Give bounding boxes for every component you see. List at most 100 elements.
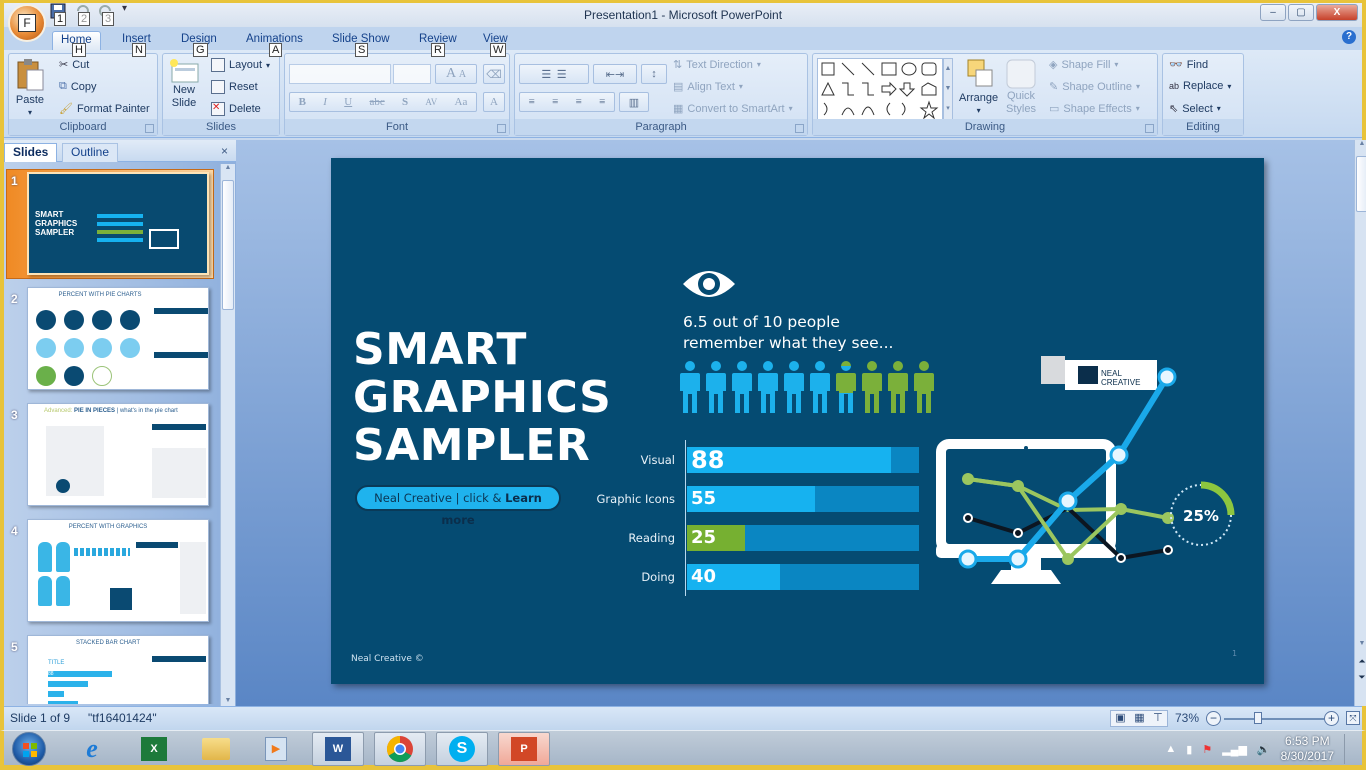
- align-text-button[interactable]: ▤ Align Text ▾: [673, 80, 743, 94]
- maximize-button[interactable]: ▢: [1288, 4, 1314, 21]
- text-shadow-button[interactable]: S: [402, 96, 408, 108]
- shape-fill-button[interactable]: ◈ Shape Fill ▾: [1049, 58, 1118, 72]
- reset-button[interactable]: Reset: [211, 80, 258, 94]
- underline-button[interactable]: U: [344, 96, 352, 108]
- cut-button[interactable]: ✂ Cut: [59, 58, 89, 72]
- scroll-up-arrow[interactable]: ▲: [221, 164, 235, 171]
- shapes-gallery[interactable]: [817, 58, 943, 120]
- arrange-button[interactable]: Arrange ▾: [959, 58, 998, 115]
- show-desktop-button[interactable]: [1344, 734, 1354, 764]
- delete-slide-button[interactable]: ✕ Delete: [211, 102, 261, 116]
- shape-outline-button[interactable]: ✎ Shape Outline ▾: [1049, 80, 1140, 94]
- scroll-up-arrow[interactable]: ▲: [1355, 140, 1366, 147]
- redo-button[interactable]: 3: [98, 3, 118, 26]
- scrollbar-thumb[interactable]: [222, 180, 234, 310]
- clear-formatting-button[interactable]: ⌫: [483, 64, 505, 84]
- show-hidden-icons-button[interactable]: ▲: [1165, 743, 1176, 755]
- slide-scrollbar[interactable]: ▲ ▼ ⏶ ⏷: [1354, 140, 1366, 706]
- previous-slide-button[interactable]: ⏶: [1355, 656, 1366, 667]
- close-button[interactable]: X: [1316, 4, 1358, 21]
- scroll-down-arrow[interactable]: ▼: [221, 697, 235, 704]
- text-direction-button[interactable]: ⇅ Text Direction ▾: [673, 58, 761, 72]
- taskbar-powerpoint[interactable]: P: [498, 732, 550, 766]
- indent-buttons[interactable]: ⇤⇥: [593, 64, 637, 84]
- taskbar-chrome[interactable]: [374, 732, 426, 766]
- clipboard-dialog-launcher[interactable]: [145, 124, 154, 133]
- font-dialog-launcher[interactable]: [497, 124, 506, 133]
- slide-thumbnail-1[interactable]: SMART GRAPHICS SAMPLER: [27, 172, 209, 275]
- slide-show-icon[interactable]: ⊤: [1153, 711, 1163, 726]
- new-slide-button[interactable]: New Slide: [169, 58, 199, 110]
- minimize-button[interactable]: –: [1260, 4, 1286, 21]
- zoom-out-button[interactable]: −: [1206, 711, 1221, 726]
- chrome-icon: [386, 735, 413, 763]
- reset-icon: [211, 80, 225, 94]
- learn-more-button[interactable]: Neal Creative | click & Learn more: [355, 485, 561, 527]
- slide-thumbnail-3[interactable]: Advanced: PIE IN PIECES | what's in the …: [27, 403, 209, 506]
- list-buttons[interactable]: ☰ ☰: [519, 64, 589, 84]
- clock[interactable]: 6:53 PM 8/30/2017: [1281, 734, 1334, 764]
- paste-button[interactable]: Paste ▾: [15, 58, 45, 117]
- taskbar-media-player[interactable]: ▶: [250, 732, 302, 766]
- shapes-gallery-scroll[interactable]: ▲ ▼ ▾: [943, 58, 953, 120]
- slide-thumbnail-4[interactable]: PERCENT WITH GRAPHICS: [27, 519, 209, 622]
- undo-button[interactable]: 2: [74, 3, 94, 26]
- help-icon[interactable]: ?: [1342, 30, 1356, 44]
- network-icon[interactable]: ▂▄▆: [1222, 743, 1247, 756]
- replace-button[interactable]: ab Replace ▾: [1169, 80, 1231, 92]
- tab-slides[interactable]: Slides: [4, 143, 58, 162]
- bold-button[interactable]: B: [299, 96, 306, 108]
- strikethrough-button[interactable]: abc: [369, 96, 384, 108]
- battery-icon[interactable]: ▮: [1186, 743, 1192, 756]
- font-color-button[interactable]: A: [483, 92, 505, 112]
- shape-effects-button[interactable]: ▭ Shape Effects ▾: [1049, 102, 1140, 116]
- slide-thumbnail-2[interactable]: PERCENT WITH PIE CHARTS: [27, 287, 209, 390]
- taskbar-excel[interactable]: X: [128, 732, 180, 766]
- start-button[interactable]: [12, 732, 46, 766]
- thumbnails-scrollbar[interactable]: ▲ ▼: [220, 164, 235, 706]
- columns-button[interactable]: ▥: [619, 92, 649, 112]
- zoom-level[interactable]: 73%: [1175, 711, 1199, 725]
- word-icon: W: [325, 737, 351, 761]
- zoom-in-button[interactable]: +: [1324, 711, 1339, 726]
- select-button[interactable]: ⇖ Select ▾: [1169, 102, 1221, 116]
- convert-smartart-button[interactable]: ▦ Convert to SmartArt ▾: [673, 102, 793, 116]
- action-center-icon[interactable]: ⚑: [1202, 743, 1212, 756]
- slide-thumbnail-5[interactable]: STACKED BAR CHART TITLE 88: [27, 635, 209, 704]
- normal-view-icon[interactable]: ▣: [1115, 711, 1125, 726]
- next-slide-button[interactable]: ⏷: [1355, 672, 1366, 683]
- drawing-dialog-launcher[interactable]: [1145, 124, 1154, 133]
- close-pane-icon[interactable]: ×: [221, 144, 228, 158]
- grow-shrink-font-buttons[interactable]: A A: [435, 64, 477, 84]
- keytip-insert: N: [132, 43, 146, 57]
- italic-button[interactable]: I: [323, 96, 327, 108]
- copy-button[interactable]: ⧉ Copy: [59, 80, 97, 93]
- slide-scrollbar-thumb[interactable]: [1356, 156, 1366, 212]
- line-spacing-button[interactable]: ↕: [641, 64, 667, 84]
- zoom-slider[interactable]: [1224, 718, 1324, 720]
- taskbar-internet-explorer[interactable]: e: [66, 732, 118, 766]
- fit-to-window-icon[interactable]: ⤧: [1346, 711, 1360, 725]
- layout-button[interactable]: Layout ▾: [211, 58, 270, 72]
- format-painter-button[interactable]: 🖌 Format Painter: [59, 102, 150, 116]
- font-size-input[interactable]: [393, 64, 431, 84]
- find-button[interactable]: 👓 Find: [1169, 58, 1208, 72]
- tab-outline[interactable]: Outline: [62, 143, 119, 162]
- save-button[interactable]: 1: [50, 3, 70, 26]
- font-name-input[interactable]: [289, 64, 391, 84]
- scroll-down-arrow[interactable]: ▼: [1355, 640, 1366, 647]
- slide-1[interactable]: SMART GRAPHICS SAMPLER Neal Creative | c…: [331, 158, 1264, 684]
- slide-sorter-icon[interactable]: ▦: [1134, 711, 1144, 726]
- change-case-button[interactable]: Aa: [455, 96, 468, 108]
- paragraph-dialog-launcher[interactable]: [795, 124, 804, 133]
- volume-icon[interactable]: 🔊: [1257, 743, 1271, 756]
- alignment-buttons[interactable]: ≡ ≡ ≡ ≡: [519, 92, 615, 112]
- taskbar-skype[interactable]: S: [436, 732, 488, 766]
- character-spacing-button[interactable]: AV: [425, 97, 437, 107]
- taskbar-file-explorer[interactable]: [190, 732, 242, 766]
- taskbar-word[interactable]: W: [312, 732, 364, 766]
- office-button[interactable]: F: [8, 4, 46, 42]
- zoom-slider-thumb[interactable]: [1254, 712, 1262, 724]
- quick-styles-button[interactable]: Quick Styles: [1005, 58, 1037, 116]
- customize-qat-button[interactable]: ▾: [122, 3, 132, 21]
